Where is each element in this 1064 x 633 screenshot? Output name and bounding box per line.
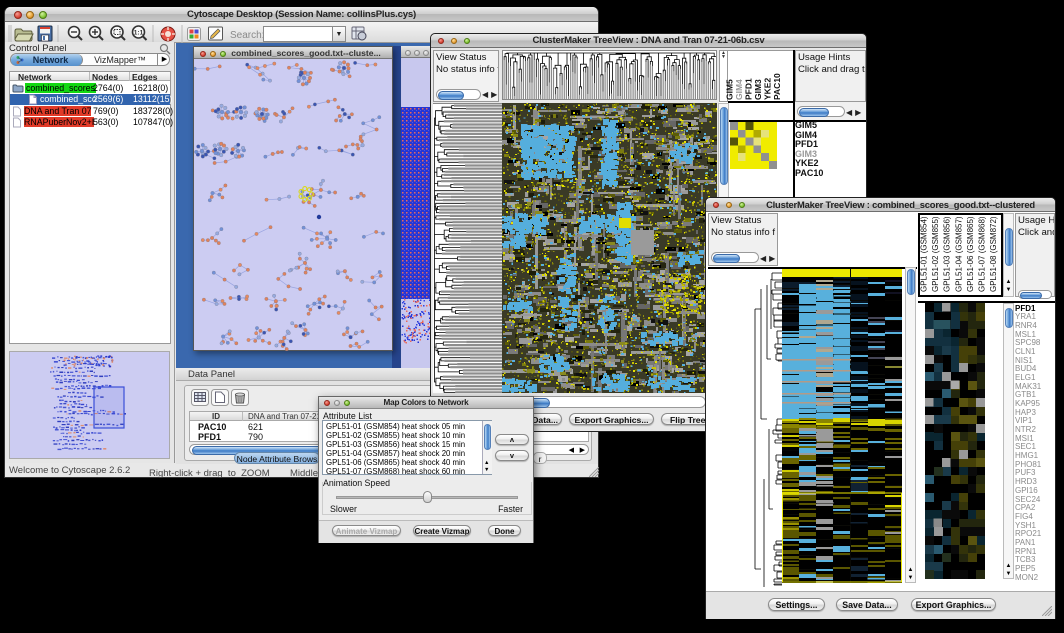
svg-text:1:1: 1:1 — [134, 30, 144, 37]
svg-text:Search:: Search: — [230, 30, 264, 41]
